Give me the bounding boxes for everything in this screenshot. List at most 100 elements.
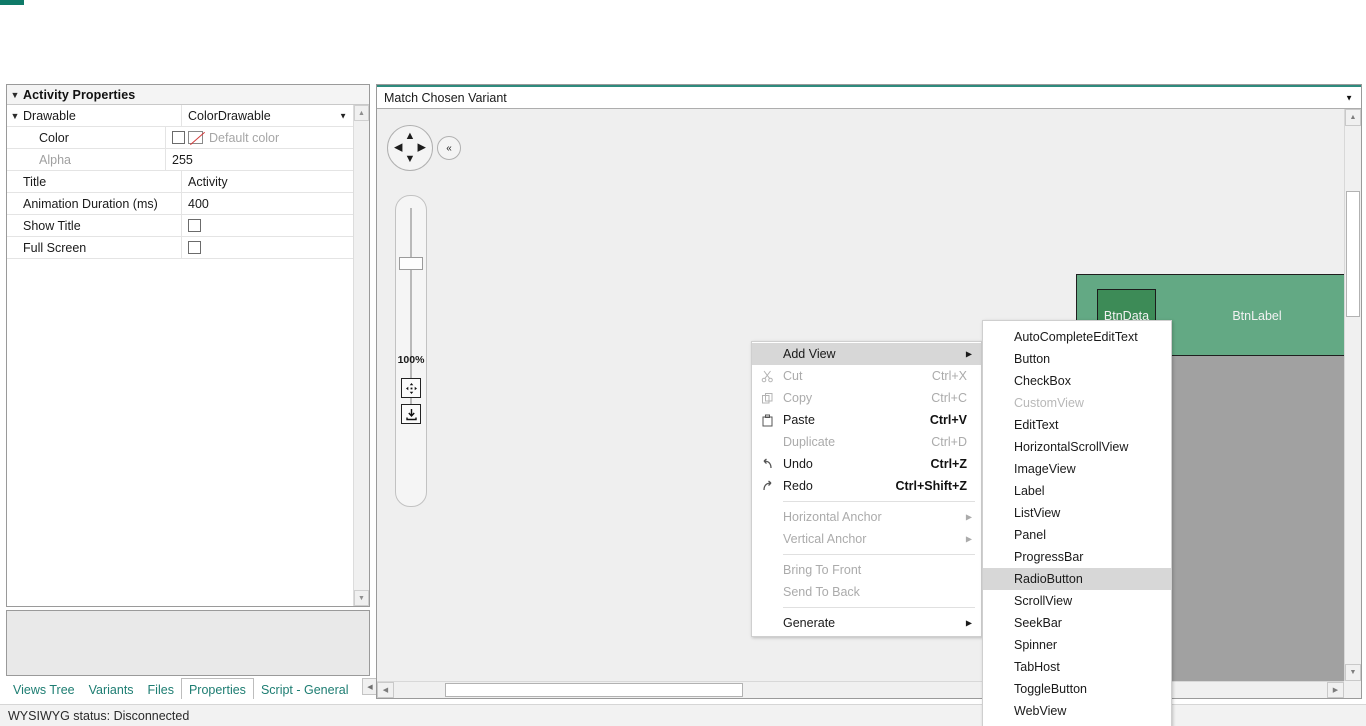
property-name: Animation Duration (ms) — [23, 196, 158, 211]
menu-item-label: Redo — [783, 479, 813, 493]
property-value[interactable] — [181, 236, 353, 259]
tab-variants[interactable]: Variants — [82, 678, 141, 699]
property-name: Show Title — [23, 218, 81, 233]
menu-item-label: Add View — [783, 347, 836, 361]
properties-vertical-scrollbar[interactable]: ▲ ▼ — [353, 105, 369, 606]
submenu-item-panel[interactable]: Panel — [983, 524, 1171, 546]
chevron-down-icon[interactable]: ▼ — [339, 111, 347, 120]
scroll-up-icon[interactable]: ▲ — [354, 105, 369, 121]
menu-item-paste[interactable]: Paste Ctrl+V — [752, 409, 981, 431]
menu-separator — [783, 501, 975, 502]
menu-separator — [783, 607, 975, 608]
checkbox[interactable] — [188, 219, 201, 232]
designer-vertical-scrollbar[interactable]: ▲ ▼ — [1344, 109, 1361, 681]
submenu-item-progressbar[interactable]: ProgressBar — [983, 546, 1171, 568]
context-menu[interactable]: Add View ▶ Cut Ctrl+X Copy Ctrl+C Paste Ctrl+V D… — [751, 341, 982, 637]
property-name: Full Screen — [23, 240, 87, 255]
color-swatch-icon[interactable] — [188, 131, 203, 144]
view-label: BtnLabel — [1232, 309, 1282, 323]
property-row[interactable]: Show Title — [7, 214, 353, 237]
tab-views-tree[interactable]: Views Tree — [6, 678, 82, 699]
submenu-item-radiobutton[interactable]: RadioButton — [983, 568, 1171, 590]
menu-item-shortcut: Ctrl+X — [931, 369, 967, 383]
properties-panel-header: ▼ Activity Properties — [7, 85, 369, 105]
menu-item-redo[interactable]: Redo Ctrl+Shift+Z — [752, 475, 981, 497]
chevron-right-icon[interactable]: ▶ — [418, 142, 426, 154]
redo-icon — [752, 479, 783, 493]
property-value[interactable]: ColorDrawable ▼ — [181, 105, 353, 127]
designer-horizontal-scrollbar[interactable]: ◀ ▶ — [377, 681, 1344, 698]
collapse-triangle-icon[interactable]: ▼ — [7, 85, 23, 105]
save-layout-icon[interactable] — [401, 404, 421, 424]
checkbox[interactable] — [172, 131, 185, 144]
submenu-item-label[interactable]: Label — [983, 480, 1171, 502]
value-text: Activity — [188, 174, 228, 189]
page-title: Activity Properties — [23, 87, 136, 102]
menu-item-shortcut: Ctrl+Shift+Z — [895, 479, 967, 493]
menu-item-label: Undo — [783, 457, 813, 471]
property-row[interactable]: Title Activity — [7, 170, 353, 193]
scroll-up-icon[interactable]: ▲ — [1345, 109, 1361, 126]
property-row[interactable]: ▼ Drawable ColorDrawable ▼ — [7, 105, 353, 127]
chevron-down-icon[interactable]: ▼ — [1345, 93, 1353, 102]
scroll-thumb[interactable] — [1346, 191, 1360, 317]
property-row[interactable]: Alpha 255 — [7, 148, 353, 171]
zoom-slider-thumb[interactable] — [399, 257, 423, 270]
tab-script-general[interactable]: Script - General — [254, 678, 356, 699]
property-row[interactable]: Color Default color — [7, 126, 353, 149]
scroll-down-icon[interactable]: ▼ — [1345, 664, 1361, 681]
add-view-submenu[interactable]: AutoCompleteEditText Button CheckBox Custom… — [982, 320, 1172, 726]
submenu-item-listview[interactable]: ListView — [983, 502, 1171, 524]
submenu-item-edittext[interactable]: EditText — [983, 414, 1171, 436]
scroll-down-icon[interactable]: ▼ — [354, 590, 369, 606]
menu-item-generate[interactable]: Generate ▶ — [752, 612, 981, 634]
collapse-toolbar-button[interactable]: « — [437, 136, 461, 160]
scrollbar-corner — [1344, 681, 1361, 698]
submenu-item-seekbar[interactable]: SeekBar — [983, 612, 1171, 634]
checkbox[interactable] — [188, 241, 201, 254]
property-name: Title — [23, 174, 47, 189]
submenu-arrow-icon: ▶ — [965, 534, 972, 544]
property-row[interactable]: Animation Duration (ms) 400 — [7, 192, 353, 215]
submenu-item-webview[interactable]: WebView — [983, 700, 1171, 722]
property-value[interactable]: Activity — [181, 170, 353, 193]
menu-item-shortcut: Ctrl+V — [929, 413, 967, 427]
color-value-label: Default color — [209, 130, 280, 145]
submenu-item-togglebutton[interactable]: ToggleButton — [983, 678, 1171, 700]
submenu-item-checkbox[interactable]: CheckBox — [983, 370, 1171, 392]
submenu-item-button[interactable]: Button — [983, 348, 1171, 370]
zoom-controls[interactable]: 100% — [395, 195, 427, 507]
submenu-item-customview: CustomView — [1014, 396, 1084, 410]
scroll-right-icon[interactable]: ▶ — [1327, 682, 1344, 698]
property-value[interactable]: 255 — [165, 148, 353, 171]
property-name: Drawable — [23, 108, 76, 123]
expand-triangle-icon[interactable]: ▼ — [7, 105, 23, 127]
submenu-item-horizontalscrollview[interactable]: HorizontalScrollView — [983, 436, 1171, 458]
scroll-thumb[interactable] — [445, 683, 743, 697]
submenu-item-tabhost[interactable]: TabHost — [983, 656, 1171, 678]
property-value[interactable]: Default color — [165, 126, 353, 149]
property-value[interactable] — [181, 214, 353, 237]
menu-item-label: Vertical Anchor — [783, 532, 867, 546]
submenu-item-autocompleteedittext[interactable]: AutoCompleteEditText — [983, 326, 1171, 348]
menu-item-add-view[interactable]: Add View ▶ — [752, 343, 981, 365]
property-value[interactable]: 400 — [181, 192, 353, 215]
submenu-item-spinner[interactable]: Spinner — [983, 634, 1171, 656]
property-name: Color — [39, 130, 69, 145]
tab-properties[interactable]: Properties — [180, 678, 254, 699]
chevron-up-icon[interactable]: ▲ — [405, 131, 416, 142]
fit-to-screen-icon[interactable] — [401, 378, 421, 398]
submenu-item-imageview[interactable]: ImageView — [983, 458, 1171, 480]
submenu-arrow-icon: ▶ — [965, 349, 972, 359]
submenu-item-scrollview[interactable]: ScrollView — [983, 590, 1171, 612]
chevron-left-icon[interactable]: ◀ — [394, 142, 402, 154]
chevron-down-icon[interactable]: ▼ — [405, 154, 416, 165]
view-btn-label[interactable]: BtnLabel — [1217, 289, 1297, 343]
canvas-navigation-pad[interactable]: ▲ ▼ ◀ ▶ — [387, 125, 433, 171]
submenu-arrow-icon: ▶ — [965, 618, 972, 628]
tab-files[interactable]: Files — [141, 678, 181, 699]
menu-item-undo[interactable]: Undo Ctrl+Z — [752, 453, 981, 475]
property-row[interactable]: Full Screen — [7, 236, 353, 259]
scroll-left-icon[interactable]: ◀ — [377, 682, 394, 698]
variant-selector[interactable]: Match Chosen Variant ▼ — [377, 87, 1361, 109]
